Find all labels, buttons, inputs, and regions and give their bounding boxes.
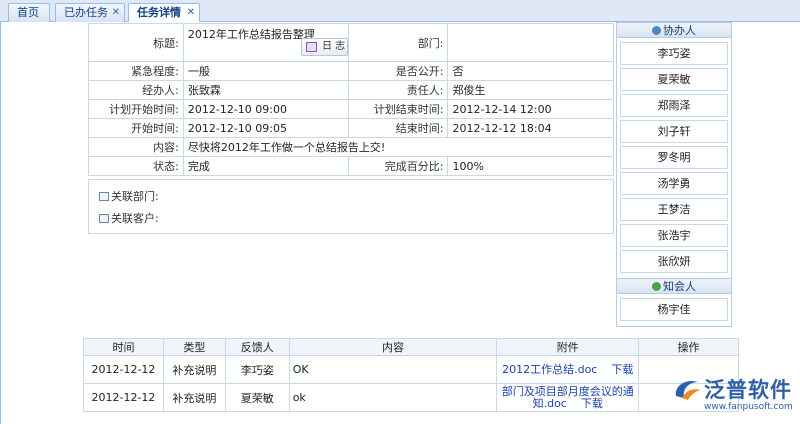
dept-label: 部门:: [347, 23, 449, 62]
cell-attachment: 部门及项目部月度会议的通知.doc 下载: [496, 383, 640, 412]
col-header-time: 时间: [83, 338, 164, 356]
public-value: 否: [447, 61, 614, 81]
end-value: 2012-12-12 18:04: [447, 118, 614, 138]
notified-list: 杨宇佳: [616, 294, 732, 327]
assistants-list: 李巧姿 夏荣敏 郑雨泽 刘子轩 罗冬明 汤学勇 王梦洁 张浩宇 张欣妍: [616, 38, 732, 278]
table-row: 2012-12-12 补充说明 李巧姿 OK 2012工作总结.doc 下载: [83, 355, 739, 384]
owner-value: 郑俊生: [447, 80, 614, 100]
logo-mark-icon: [675, 380, 700, 400]
tab-home[interactable]: 首页: [8, 3, 50, 22]
download-link[interactable]: 下载: [581, 397, 603, 410]
status-value: 完成: [182, 156, 349, 176]
content-label: 内容:: [88, 137, 184, 157]
feedback-header-row: 时间 类型 反馈人 内容 附件 操作: [83, 338, 739, 356]
attachment-link[interactable]: 部门及项目部月度会议的通知.doc: [502, 385, 634, 410]
people-panel: 协办人 李巧姿 夏荣敏 郑雨泽 刘子轩 罗冬明 汤学勇 王梦洁 张浩宇 张欣妍 …: [616, 22, 732, 327]
cell-attachment: 2012工作总结.doc 下载: [496, 355, 640, 384]
assistants-title: 协办人: [663, 24, 696, 37]
customer-icon: [99, 214, 109, 223]
notified-title: 知会人: [663, 280, 696, 293]
urgency-value: 一般: [182, 61, 349, 81]
percent-value: 100%: [447, 156, 614, 176]
status-label: 状态:: [88, 156, 184, 176]
tab-completed-tasks[interactable]: 已办任务 ✕: [55, 3, 125, 22]
brand-logo: 泛普软件 www.fanpusoft.com: [668, 370, 798, 420]
close-icon[interactable]: ✕: [187, 4, 195, 22]
cell-time: 2012-12-12: [83, 383, 164, 412]
plan-start-label: 计划开始时间:: [88, 99, 184, 119]
table-row: 2012-12-12 补充说明 夏荣敏 ok 部门及项目部月度会议的通知.doc…: [83, 383, 739, 412]
feedback-table: 时间 类型 反馈人 内容 附件 操作 2012-12-12 补充说明 李巧姿 O…: [83, 338, 739, 412]
assistant-item[interactable]: 汤学勇: [620, 172, 728, 195]
handler-value: 张致霖: [182, 80, 349, 100]
related-section: 关联部门: 关联客户:: [88, 179, 614, 234]
close-icon[interactable]: ✕: [112, 4, 120, 22]
assistant-item[interactable]: 郑雨泽: [620, 94, 728, 117]
task-detail-table: 标题: 2012年工作总结报告整理 部门: 紧急程度: 一般 是否公开: 否 经…: [88, 23, 615, 176]
owner-label: 责任人:: [347, 80, 449, 100]
cell-person: 夏荣敏: [224, 383, 290, 412]
plan-end-value: 2012-12-14 12:00: [447, 99, 614, 119]
department-icon: [99, 192, 109, 201]
assistants-header: 协办人: [616, 22, 732, 38]
col-header-person: 反馈人: [224, 338, 290, 356]
cell-type: 补充说明: [162, 355, 226, 384]
plan-start-value: 2012-12-10 09:00: [182, 99, 349, 119]
related-dept-label: 关联部门:: [111, 190, 159, 203]
assistant-item[interactable]: 罗冬明: [620, 146, 728, 169]
urgency-label: 紧急程度:: [88, 61, 184, 81]
related-dept[interactable]: 关联部门:: [99, 188, 159, 204]
user-icon: [652, 26, 661, 35]
col-header-attachment: 附件: [496, 338, 640, 356]
logo-brand: 泛普软件: [704, 378, 792, 402]
cell-person: 李巧姿: [224, 355, 290, 384]
end-label: 结束时间:: [347, 118, 449, 138]
related-customer-label: 关联客户:: [111, 212, 159, 225]
tab-bar: 首页 已办任务 ✕ 任务详情 ✕: [0, 0, 800, 23]
assistant-item[interactable]: 王梦洁: [620, 198, 728, 221]
calendar-icon: [306, 42, 317, 52]
start-label: 开始时间:: [88, 118, 184, 138]
notified-header: 知会人: [616, 278, 732, 294]
assistant-item[interactable]: 刘子轩: [620, 120, 728, 143]
tab-task-detail[interactable]: 任务详情 ✕: [128, 3, 200, 23]
cell-content: OK: [288, 355, 498, 384]
cell-time: 2012-12-12: [83, 355, 164, 384]
dept-value: [447, 23, 614, 62]
tab-label: 首页: [17, 6, 39, 19]
tab-label: 已办任务: [64, 6, 108, 19]
notified-item[interactable]: 杨宇佳: [620, 298, 728, 321]
log-button-label: 日 志: [322, 41, 346, 52]
log-button[interactable]: 日 志: [301, 38, 348, 56]
cell-type: 补充说明: [162, 383, 226, 412]
assistant-item[interactable]: 夏荣敏: [620, 68, 728, 91]
assistant-item[interactable]: 张欣妍: [620, 250, 728, 273]
handler-label: 经办人:: [88, 80, 184, 100]
tab-label: 任务详情: [137, 6, 181, 19]
download-link[interactable]: 下载: [611, 363, 633, 376]
content-value: 尽快将2012年工作做一个总结报告上交!: [182, 137, 615, 157]
related-customer[interactable]: 关联客户:: [99, 210, 159, 226]
percent-label: 完成百分比:: [347, 156, 449, 176]
cell-content: ok: [288, 383, 498, 412]
task-detail-panel: 标题: 2012年工作总结报告整理 部门: 紧急程度: 一般 是否公开: 否 经…: [0, 22, 800, 424]
col-header-action: 操作: [638, 338, 739, 356]
col-header-type: 类型: [162, 338, 226, 356]
start-value: 2012-12-10 09:05: [182, 118, 349, 138]
col-header-content: 内容: [288, 338, 498, 356]
assistant-item[interactable]: 张浩宇: [620, 224, 728, 247]
title-label: 标题:: [88, 23, 184, 62]
plan-end-label: 计划结束时间:: [347, 99, 449, 119]
logo-url: www.fanpusoft.com: [704, 402, 793, 412]
attachment-link[interactable]: 2012工作总结.doc: [502, 363, 597, 376]
users-icon: [652, 282, 661, 291]
assistant-item[interactable]: 李巧姿: [620, 42, 728, 65]
public-label: 是否公开:: [347, 61, 449, 81]
